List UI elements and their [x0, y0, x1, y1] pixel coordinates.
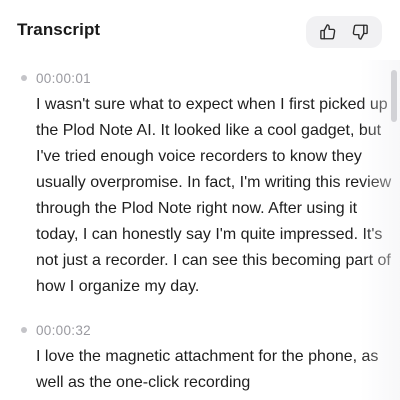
- segment-text: I wasn't sure what to expect when I firs…: [36, 96, 392, 295]
- transcript-segment: 00:00:01 I wasn't sure what to expect wh…: [0, 60, 400, 300]
- feedback-group: [306, 16, 382, 48]
- transcript-segment: 00:00:32 I love the magnetic attachment …: [0, 300, 400, 396]
- segment-timestamp[interactable]: 00:00:32: [36, 323, 91, 338]
- segment-text: I love the magnetic attachment for the p…: [36, 348, 379, 391]
- timeline-dot: [21, 327, 27, 333]
- transcript-header: Transcript: [0, 0, 400, 60]
- thumbs-down-icon: [352, 24, 368, 40]
- page-title: Transcript: [17, 20, 101, 39]
- transcript-body[interactable]: 00:00:01 I wasn't sure what to expect wh…: [0, 60, 400, 400]
- thumbs-up-button[interactable]: [314, 18, 342, 46]
- thumbs-down-button[interactable]: [346, 18, 374, 46]
- segment-timestamp[interactable]: 00:00:01: [36, 71, 91, 86]
- thumbs-up-icon: [320, 24, 336, 40]
- scrollbar-thumb[interactable]: [391, 70, 397, 122]
- scrollbar[interactable]: [388, 60, 400, 400]
- timeline-dot: [21, 75, 27, 81]
